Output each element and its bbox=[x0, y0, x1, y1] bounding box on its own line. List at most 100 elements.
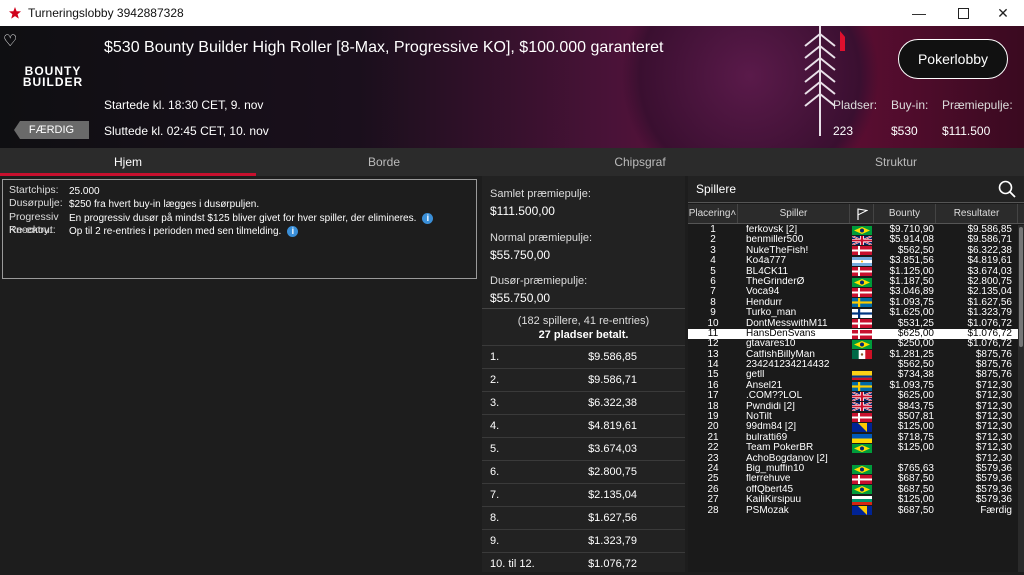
table-row[interactable]: 21 bulratti69 $718,75 $712,30 bbox=[688, 432, 1024, 443]
prize-place: 10. til 12. bbox=[490, 558, 535, 570]
country-flag-icon bbox=[850, 474, 874, 485]
buyin-label: Buy-in: bbox=[891, 98, 929, 112]
window-title: Turneringslobby 3942887328 bbox=[28, 6, 184, 20]
start-time: Startede kl. 18:30 CET, 9. nov bbox=[104, 98, 264, 112]
players-header: Spillere bbox=[688, 176, 1024, 203]
country-flag-icon bbox=[850, 225, 874, 235]
country-flag-icon bbox=[850, 267, 874, 277]
row-bounty: $125,00 bbox=[897, 494, 934, 506]
row-player-name: benmiller500 bbox=[746, 235, 804, 246]
table-row[interactable]: 16 Ansel21 $1.093,75 $712,30 bbox=[688, 380, 1024, 391]
country-flag-icon bbox=[850, 329, 874, 339]
table-row[interactable]: 25 flerrehuve $687,50 $579,36 bbox=[688, 473, 1024, 485]
row-player-name: gtavares10 bbox=[746, 339, 796, 350]
buyin-value: $530 bbox=[891, 124, 918, 138]
country-flag-icon bbox=[850, 370, 874, 381]
players-panel: Spillere Placering ˄ Spiller Bounty Resul… bbox=[688, 176, 1024, 572]
country-flag-icon bbox=[850, 235, 874, 246]
tab-tables[interactable]: Borde bbox=[256, 148, 512, 176]
row-player-name: Ko4a777 bbox=[746, 256, 787, 267]
row-player-name: BL4CK11 bbox=[746, 266, 789, 277]
col-bounty[interactable]: Bounty bbox=[874, 204, 936, 223]
row-player-name: flerrehuve bbox=[746, 474, 791, 485]
tab-structure[interactable]: Struktur bbox=[768, 148, 1024, 176]
table-row[interactable]: 13 CatfishBillyMan $1.281,25 $875,76 bbox=[688, 349, 1024, 360]
col-player[interactable]: Spiller bbox=[738, 204, 850, 223]
table-row[interactable]: 24 Big_muffin10 $765,63 $579,36 bbox=[688, 463, 1024, 474]
minimize-icon[interactable]: — bbox=[896, 0, 942, 26]
prizepool-label: Præmiepulje: bbox=[942, 98, 1013, 112]
tab-home[interactable]: Hjem bbox=[0, 148, 256, 176]
row-result: $1.323,79 bbox=[967, 307, 1013, 319]
table-row[interactable]: 27 KailiKirsipuu $125,00 $579,36 bbox=[688, 494, 1024, 506]
search-icon[interactable] bbox=[998, 180, 1016, 198]
prize-amount: $3.674,03 bbox=[588, 443, 637, 455]
table-row[interactable]: 23 AchoBogdanov [2] $712,30 bbox=[688, 453, 1024, 464]
startchips-value: 25.000 bbox=[69, 186, 100, 197]
table-row[interactable]: 26 offQbert45 $687,50 $579,36 bbox=[688, 484, 1024, 495]
prize-amount: $6.322,38 bbox=[588, 397, 637, 409]
normal-pool-value: $55.750,00 bbox=[490, 248, 551, 262]
tournament-info-panel: Startchips: 25.000 Dusørpulje: $250 fra … bbox=[2, 179, 477, 279]
country-flag-icon bbox=[850, 319, 874, 329]
tab-chipgraph[interactable]: Chipsgraf bbox=[512, 148, 768, 176]
table-row[interactable]: 15 getll $734,38 $875,76 bbox=[688, 370, 1024, 381]
table-row[interactable]: 9 Turko_man $1.625,00 $1.323,79 bbox=[688, 307, 1024, 319]
row-player-name: Voca94 bbox=[746, 287, 780, 298]
reentry-label: Re-entry: bbox=[9, 224, 53, 237]
prizepool-value: $111.500 bbox=[942, 124, 991, 138]
country-flag-icon bbox=[850, 277, 874, 287]
row-player-name: offQbert45 bbox=[746, 484, 794, 495]
players-title: Spillere bbox=[696, 182, 737, 196]
close-icon[interactable]: ✕ bbox=[980, 0, 1024, 26]
prize-place: 9. bbox=[490, 535, 500, 547]
divider bbox=[482, 308, 685, 309]
bountypool-value: $250 fra hvert buy-in lægges i dusørpulj… bbox=[69, 199, 260, 211]
row-player-name: Team PokerBR bbox=[746, 443, 814, 454]
info-icon[interactable]: i bbox=[287, 226, 299, 238]
row-player-name: getll bbox=[746, 370, 765, 381]
table-row[interactable]: 28 PSMozak $687,50 Færdig bbox=[688, 505, 1024, 516]
prize-place: 5. bbox=[490, 443, 500, 455]
table-row[interactable]: 14 234241234214432 $562,50 $875,76 bbox=[688, 359, 1024, 370]
country-flag-icon bbox=[850, 298, 874, 308]
normal-pool-label: Normal præmiepulje: bbox=[490, 232, 593, 244]
prize-row: 7. $2.135,04 bbox=[482, 483, 685, 506]
poker-lobby-button[interactable]: Pokerlobby bbox=[898, 39, 1008, 79]
row-player-name: TheGrinderØ bbox=[746, 276, 805, 287]
prize-row: 5. $3.674,03 bbox=[482, 437, 685, 460]
prize-place: 8. bbox=[490, 512, 500, 524]
country-flag-icon bbox=[850, 381, 874, 391]
country-flag-icon bbox=[850, 506, 874, 516]
country-flag-icon bbox=[850, 485, 874, 495]
reentry-value: Op til 2 re-entries i perioden med sen t… bbox=[69, 226, 282, 238]
country-flag-icon bbox=[850, 246, 874, 256]
table-row[interactable]: 19 NoTilt $507,81 $712,30 bbox=[688, 411, 1024, 422]
info-icon[interactable]: i bbox=[422, 212, 434, 224]
table-row[interactable]: 12 gtavares10 $250,00 $1.076,72 bbox=[688, 338, 1024, 350]
favorite-heart-icon[interactable]: ♡ bbox=[3, 31, 17, 51]
row-player-name: Big_muffin10 bbox=[746, 463, 805, 474]
row-place: 4 bbox=[710, 255, 716, 267]
table-row[interactable]: 4 Ko4a777 $3.851,56 $4.819,61 bbox=[688, 255, 1024, 267]
table-row[interactable]: 20 99dm84 [2] $125,00 $712,30 bbox=[688, 422, 1024, 433]
row-player-name: CatfishBillyMan bbox=[746, 349, 815, 360]
players-scrollbar[interactable] bbox=[1018, 225, 1024, 572]
row-player-name: ferkovsk [2] bbox=[746, 225, 798, 235]
prize-row: 3. $6.322,38 bbox=[482, 391, 685, 414]
banner-pattern-icon bbox=[804, 26, 845, 136]
prize-amount: $1.076,72 bbox=[588, 558, 637, 570]
country-flag-icon bbox=[850, 360, 874, 370]
row-player-name: Turko_man bbox=[746, 308, 797, 319]
table-row[interactable]: 17 .COM??LOL $625,00 $712,30 bbox=[688, 390, 1024, 401]
table-row[interactable]: 22 Team PokerBR $125,00 $712,30 bbox=[688, 442, 1024, 454]
country-flag-icon bbox=[850, 287, 874, 298]
country-flag-icon bbox=[850, 402, 874, 412]
startchips-label: Startchips: bbox=[9, 184, 59, 196]
col-flag[interactable] bbox=[850, 204, 874, 223]
seats-label: Pladser: bbox=[833, 98, 878, 112]
col-placement[interactable]: Placering ˄ bbox=[688, 204, 738, 223]
col-results[interactable]: Resultater bbox=[936, 204, 1018, 223]
table-row[interactable]: 18 Pwndidi [2] $843,75 $712,30 bbox=[688, 401, 1024, 412]
prize-place: 4. bbox=[490, 420, 500, 432]
